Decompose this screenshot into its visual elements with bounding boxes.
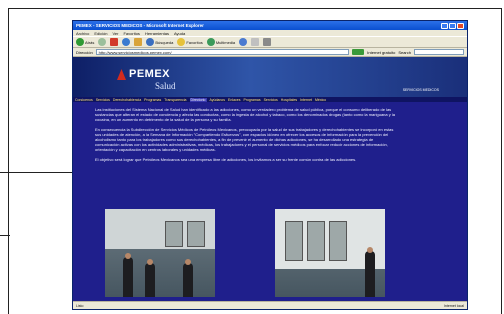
menu-view[interactable]: Ver [112, 31, 118, 36]
back-arrow-icon [76, 38, 84, 46]
nav-item[interactable]: Programas [243, 98, 260, 102]
nav-item[interactable]: Hospitales [281, 98, 297, 102]
photo-person-head [367, 247, 373, 253]
media-icon [206, 38, 215, 46]
article-paragraph: En consecuencia la Subdirección de Servi… [95, 127, 394, 152]
back-button[interactable]: Atrás [76, 38, 94, 46]
photo-person-head [185, 259, 191, 265]
photo-panel [285, 221, 303, 261]
photo-person [365, 251, 375, 297]
web-page: PEMEX Salud SERVICIOS MEDICOS Conócenos … [73, 57, 467, 301]
close-button[interactable] [457, 22, 464, 29]
history-icon [239, 38, 248, 46]
menu-tools[interactable]: Herramientas [145, 31, 169, 36]
frame-top-line [8, 8, 502, 9]
printer-icon [263, 38, 272, 46]
article-body: Las instituciones del Sistema Nacional d… [95, 107, 395, 167]
photo-person [145, 263, 155, 297]
nav-item[interactable]: Ayúdanos [210, 98, 226, 102]
nav-item[interactable]: Derechohabiencia [113, 98, 141, 102]
stop-icon [110, 38, 119, 46]
search-toolbar-label: Search [398, 49, 411, 55]
status-bar: Listo Internet local [73, 301, 467, 309]
address-label: Dirección [76, 49, 93, 55]
frame-right-line [501, 8, 502, 314]
toolbar: Atrás Búsqueda Favoritos Multimedia [73, 36, 467, 48]
photo-person [123, 257, 133, 297]
menu-file[interactable]: Archivo [76, 31, 89, 36]
history-button[interactable] [239, 38, 248, 46]
favorites-button[interactable]: Favoritos [177, 38, 203, 46]
forward-button[interactable] [98, 38, 107, 46]
maximize-button[interactable] [449, 22, 456, 29]
stop-button[interactable] [110, 38, 119, 46]
mail-button[interactable] [251, 38, 260, 46]
print-button[interactable] [263, 38, 272, 46]
nav-item[interactable]: Enlaces [228, 98, 240, 102]
photo-panel [329, 221, 347, 261]
mail-icon [251, 38, 260, 46]
window-title: PEMEX - SERVICIOS MEDICOS - Microsoft In… [76, 23, 204, 28]
nav-item[interactable]: Programas [144, 98, 161, 102]
address-bar: Dirección http://www.serviciosmedicos.pe… [73, 48, 467, 57]
browser-window: PEMEX - SERVICIOS MEDICOS - Microsoft In… [72, 20, 468, 310]
address-input[interactable]: http://www.serviciosmedicos.pemex.com/ [95, 49, 350, 55]
menu-favorites[interactable]: Favoritos [123, 31, 139, 36]
brand-name: PEMEX [129, 68, 171, 80]
photo-person-head [147, 259, 153, 265]
refresh-button[interactable] [122, 38, 131, 46]
nav-item[interactable]: Servicios [96, 98, 110, 102]
search-icon [146, 38, 155, 46]
media-button[interactable]: Multimedia [206, 38, 236, 46]
brand-subtitle: Salud [155, 81, 176, 91]
forward-arrow-icon [98, 38, 107, 46]
nav-item[interactable]: Transparencia [164, 98, 186, 102]
title-bar: PEMEX - SERVICIOS MEDICOS - Microsoft In… [73, 21, 467, 30]
home-icon [134, 38, 143, 46]
photo-panel [307, 221, 325, 261]
nav-item[interactable]: Servicios [264, 98, 278, 102]
pemex-logo-icon [117, 69, 126, 80]
site-header: PEMEX Salud SERVICIOS MEDICOS [73, 57, 467, 97]
nav-item-active[interactable]: Directorio [189, 97, 207, 102]
window-controls [441, 22, 464, 29]
article-paragraph: Las instituciones del Sistema Nacional d… [95, 107, 395, 122]
search-button[interactable]: Búsqueda [146, 38, 173, 46]
favorites-label: Favoritos [186, 39, 203, 45]
nav-item[interactable]: Internet [300, 98, 312, 102]
media-label: Multimedia [215, 39, 236, 45]
home-button[interactable] [134, 38, 143, 46]
article-paragraph: El objetivo será lograr que Petróleos Me… [95, 157, 357, 162]
go-button[interactable] [352, 49, 365, 55]
nav-item[interactable]: México [315, 98, 326, 102]
photo-person-head [125, 253, 131, 259]
back-label: Atrás [85, 39, 95, 45]
event-photo-left [105, 209, 215, 297]
zone-indicator: Internet local [443, 303, 464, 308]
star-icon [177, 38, 186, 46]
minimize-button[interactable] [441, 22, 448, 29]
frame-left-line [8, 8, 9, 314]
photo-panel [165, 221, 183, 247]
search-label: Búsqueda [155, 39, 174, 45]
leader-line [0, 172, 72, 173]
header-caption: SERVICIOS MEDICOS [402, 88, 439, 92]
links-label[interactable]: Internet gratuito [367, 50, 395, 55]
refresh-icon [122, 38, 131, 46]
photo-person [183, 263, 193, 297]
site-nav: Conócenos Servicios Derechohabiencia Pro… [73, 97, 467, 102]
event-photo-right [275, 209, 385, 297]
toolbar-search-input[interactable] [414, 49, 464, 55]
photo-panel [187, 221, 205, 247]
menu-edit[interactable]: Edición [94, 31, 107, 36]
menu-help[interactable]: Ayuda [174, 31, 185, 36]
leader-line-small [0, 235, 10, 236]
nav-item[interactable]: Conócenos [75, 98, 93, 102]
status-text: Listo [76, 303, 84, 308]
